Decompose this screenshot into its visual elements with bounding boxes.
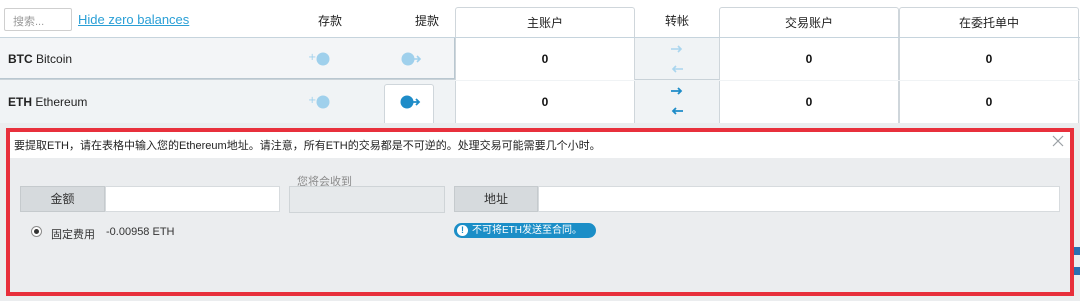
transfer-control	[635, 81, 719, 123]
hide-zero-balances-link[interactable]: Hide zero balances	[78, 12, 189, 27]
transfer-left-arrow-icon[interactable]	[669, 106, 685, 116]
svg-text:+: +	[308, 95, 316, 106]
deposit-icon[interactable]: +	[307, 50, 333, 68]
asset-name: Ethereum	[35, 95, 88, 109]
transfer-right-arrow-icon[interactable]	[669, 86, 685, 96]
asset-symbol: ETH	[8, 95, 32, 109]
in-orders-balance: 0	[899, 81, 1079, 123]
trading-account-balance: 0	[719, 38, 899, 80]
asset-label: BTC Bitcoin	[8, 52, 72, 66]
withdraw-notice: 要提取ETH，请在表格中输入您的Ethereum地址。请注意，所有ETH的交易都…	[10, 132, 1074, 158]
in-orders-balance: 0	[899, 38, 1079, 80]
fee-label: 固定费用	[51, 229, 95, 241]
withdraw-icon[interactable]	[397, 93, 423, 111]
withdraw-tab-active[interactable]	[384, 84, 434, 124]
balances-header: 搜索... Hide zero balances 存款 提款 主账户 转帐 交易…	[0, 0, 1080, 37]
column-header-deposit: 存款	[317, 14, 342, 28]
main-account-balance: 0	[455, 38, 635, 80]
receive-amount-field	[289, 186, 445, 213]
address-input[interactable]	[538, 186, 1060, 212]
table-row: BTC Bitcoin + 0 0 0	[0, 38, 1080, 80]
fixed-fee-radio[interactable]	[31, 226, 42, 237]
contract-warning-text: 不可将ETH发送至合同。	[472, 225, 582, 236]
asset-cell: BTC Bitcoin	[0, 38, 455, 79]
amount-label: 金额	[20, 186, 105, 212]
svg-text:+: +	[308, 52, 316, 63]
asset-label: ETH Ethereum	[8, 95, 87, 109]
asset-symbol: BTC	[8, 52, 33, 66]
withdraw-icon[interactable]	[398, 50, 424, 68]
asset-name: Bitcoin	[36, 52, 73, 66]
trading-account-balance: 0	[719, 81, 899, 123]
column-header-withdraw: 提款	[414, 14, 439, 28]
column-header-trading-account: 交易账户	[719, 7, 899, 37]
fee-value: -0.00958 ETH	[106, 226, 175, 238]
address-label: 地址	[454, 186, 538, 212]
transfer-left-arrow-icon[interactable]	[669, 64, 685, 74]
edge-marker	[1071, 247, 1080, 277]
transfer-right-arrow-icon[interactable]	[669, 44, 685, 54]
transfer-control	[635, 38, 719, 80]
column-header-main-account: 主账户	[455, 7, 635, 37]
contract-warning-badge: ! 不可将ETH发送至合同。	[454, 223, 596, 238]
info-icon: !	[457, 225, 468, 236]
column-header-transfer: 转帐	[664, 14, 689, 28]
table-row: ETH Ethereum + 0 0 0	[0, 81, 1080, 123]
asset-table: BTC Bitcoin + 0 0 0 ETH Ethereum + 0 0 0	[0, 37, 1080, 124]
deposit-icon[interactable]: +	[307, 93, 333, 111]
search-input[interactable]: 搜索...	[4, 8, 72, 31]
close-icon[interactable]	[1050, 133, 1066, 149]
main-account-balance: 0	[455, 81, 635, 123]
column-header-in-orders: 在委托单中	[899, 7, 1079, 37]
amount-input[interactable]	[105, 186, 280, 212]
